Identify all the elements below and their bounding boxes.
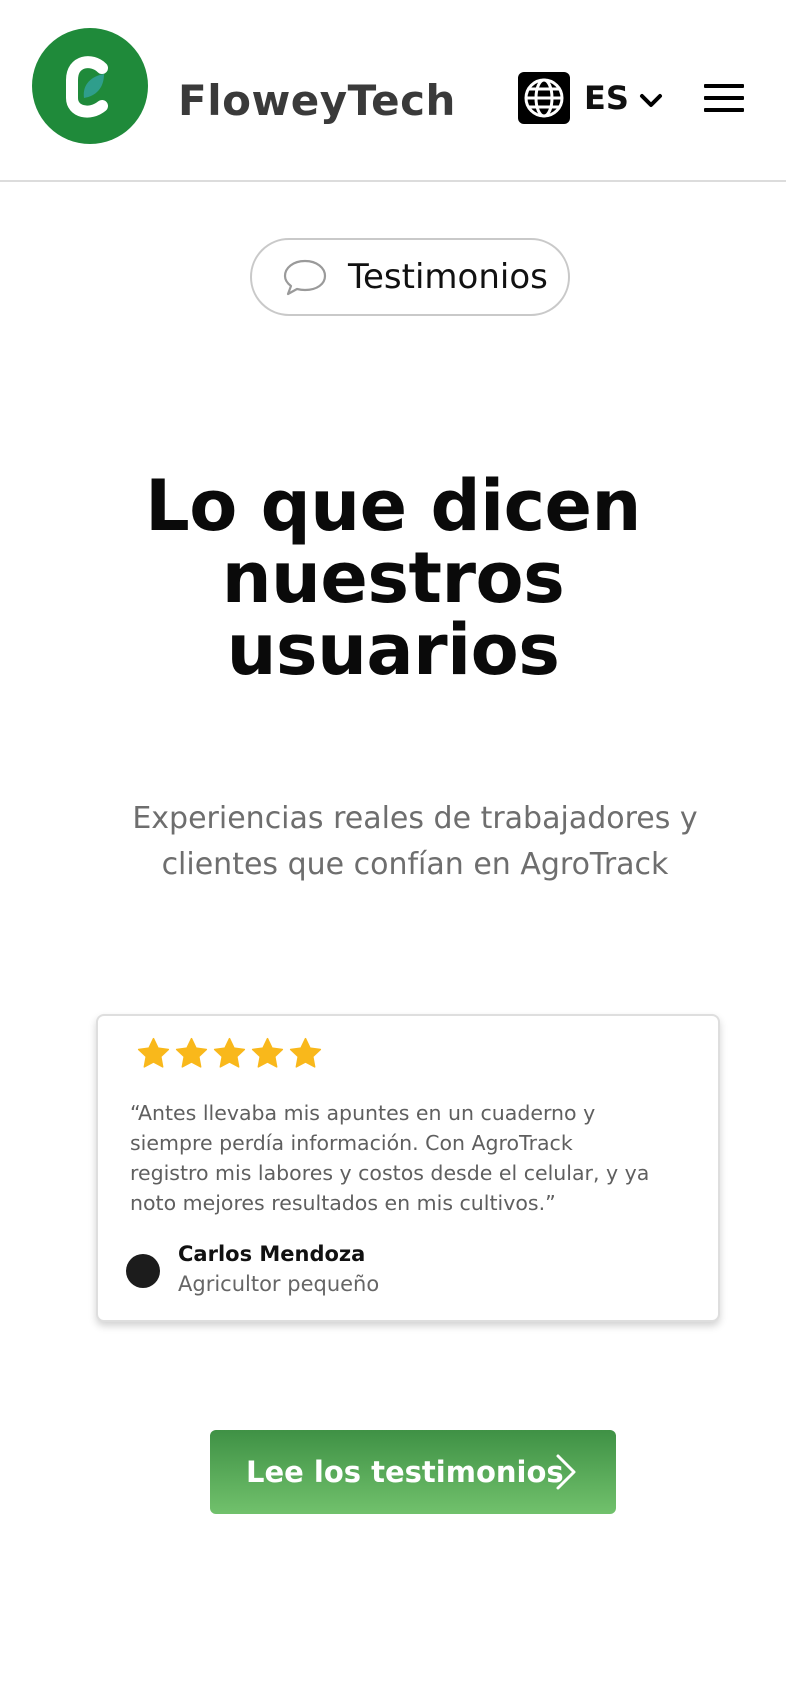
star-icon (175, 1037, 208, 1068)
section-tag-label: Testimonios (348, 257, 548, 297)
brand-logo[interactable] (32, 28, 148, 144)
author-role: Agricultor pequeño (178, 1272, 380, 1296)
site-header: FloweyTech ES (0, 0, 786, 182)
star-icon (213, 1037, 246, 1068)
section-tag: Testimonios (250, 238, 570, 316)
star-icon (137, 1037, 170, 1068)
chevron-right-icon (556, 1454, 576, 1490)
author-name: Carlos Mendoza (178, 1242, 366, 1266)
avatar (126, 1254, 160, 1288)
cta-label: Lee los testimonios (246, 1455, 564, 1489)
title-line: usuarios (226, 609, 560, 691)
star-rating (136, 1036, 326, 1071)
chevron-down-icon (639, 94, 662, 107)
brand-name: FloweyTech (178, 76, 456, 125)
section-subtitle: Experiencias reales de trabajadores y cl… (132, 801, 698, 882)
read-testimonials-button[interactable]: Lee los testimonios (210, 1430, 616, 1514)
testimonial-quote: “Antes llevaba mis apuntes en un cuadern… (130, 1101, 650, 1215)
star-icon (289, 1037, 322, 1068)
testimonial-card: “Antes llevaba mis apuntes en un cuadern… (96, 1014, 720, 1322)
section-title: Lo que dicen nuestros usuarios (0, 470, 786, 686)
title-line: Lo que dicen (145, 465, 641, 547)
star-icon (251, 1037, 284, 1068)
globe-icon (518, 72, 570, 124)
speech-bubble-icon (283, 259, 327, 296)
hamburger-menu-icon[interactable] (704, 84, 744, 112)
language-code: ES (584, 79, 629, 117)
leaf-c-logo-icon (66, 56, 108, 118)
title-line: nuestros (221, 537, 565, 619)
language-selector[interactable]: ES (518, 70, 663, 126)
